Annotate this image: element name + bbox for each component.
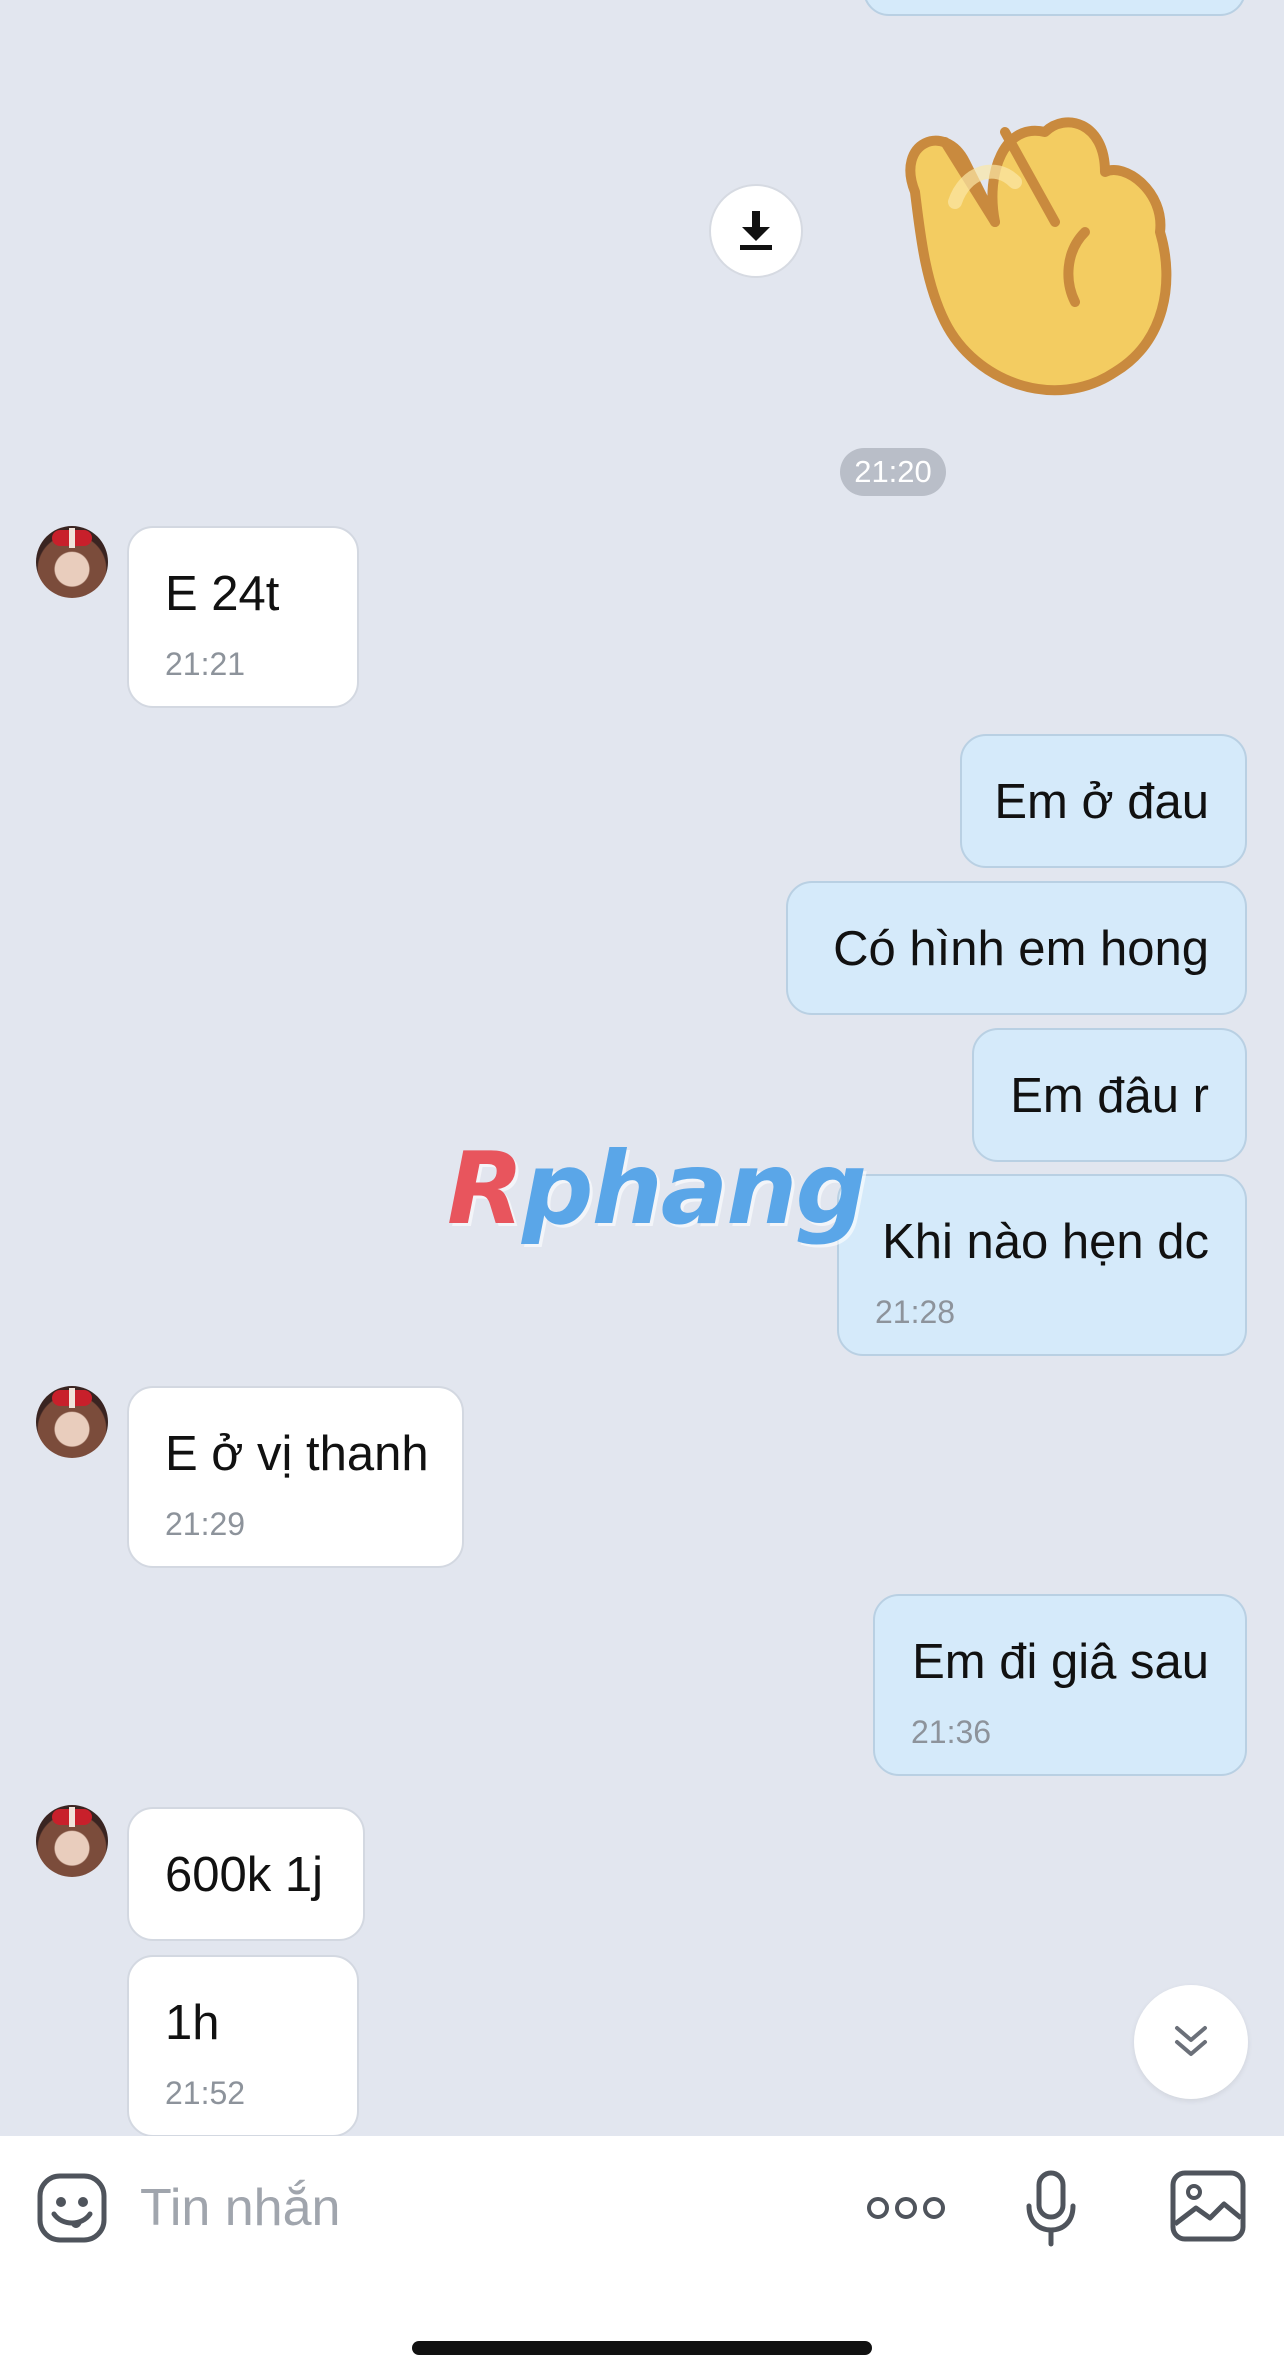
message-time: 21:21: [165, 646, 246, 682]
message-text: Em đi giâ sau: [912, 1635, 1209, 1689]
message-bubble-sent[interactable]: Em đâu r: [972, 1028, 1247, 1162]
message-bubble-sent[interactable]: Có hình em hong: [786, 881, 1247, 1015]
watermark-logo: Rphang: [447, 1130, 867, 1247]
avatar[interactable]: [36, 526, 108, 598]
download-button[interactable]: [709, 184, 803, 278]
message-text: 1h: [165, 1996, 220, 2050]
download-icon: [740, 211, 772, 250]
message-text: E 24t: [165, 567, 280, 621]
message-bubble-received[interactable]: 600k 1j: [127, 1807, 365, 1941]
sent-bubble-partial[interactable]: [863, 0, 1246, 16]
message-time: 21:36: [911, 1714, 992, 1750]
message-input[interactable]: [140, 2166, 840, 2250]
avatar[interactable]: [36, 1805, 108, 1877]
message-bubble-received[interactable]: E 24t 21:21: [127, 526, 359, 708]
chat-area[interactable]: 21:20 E 24t 21:21 Em ở đau Có hình em ho…: [0, 0, 1284, 2136]
message-bubble-received[interactable]: E ở vị thanh 21:29: [127, 1386, 464, 1568]
chevron-double-down-icon: [1175, 2026, 1207, 2056]
more-icon[interactable]: [866, 2188, 946, 2228]
scroll-to-bottom-button[interactable]: [1134, 1985, 1248, 2099]
message-bubble-received[interactable]: 1h 21:52: [127, 1955, 359, 2136]
message-input-bar: [0, 2136, 1284, 2380]
message-time: 21:52: [165, 2075, 246, 2111]
message-bubble-sent[interactable]: Khi nào hẹn dc 21:28: [837, 1174, 1247, 1356]
message-text: Có hình em hong: [833, 922, 1209, 976]
message-time: 21:28: [875, 1294, 956, 1330]
message-text: Em ở đau: [994, 775, 1209, 829]
time-separator: 21:20: [840, 448, 946, 496]
message-text: 600k 1j: [165, 1848, 324, 1902]
home-indicator: [412, 2341, 872, 2355]
avatar[interactable]: [36, 1386, 108, 1458]
waving-hand-sticker[interactable]: [885, 82, 1205, 402]
emoji-icon[interactable]: [36, 2172, 108, 2244]
message-time: 21:29: [165, 1506, 246, 1542]
image-icon[interactable]: [1170, 2170, 1246, 2242]
message-text: Khi nào hẹn dc: [882, 1215, 1209, 1269]
message-bubble-sent[interactable]: Em đi giâ sau 21:36: [873, 1594, 1247, 1776]
message-text: Em đâu r: [1010, 1069, 1209, 1123]
microphone-icon[interactable]: [1024, 2170, 1078, 2248]
message-text: E ở vị thanh: [165, 1427, 429, 1481]
message-bubble-sent[interactable]: Em ở đau: [960, 734, 1247, 868]
